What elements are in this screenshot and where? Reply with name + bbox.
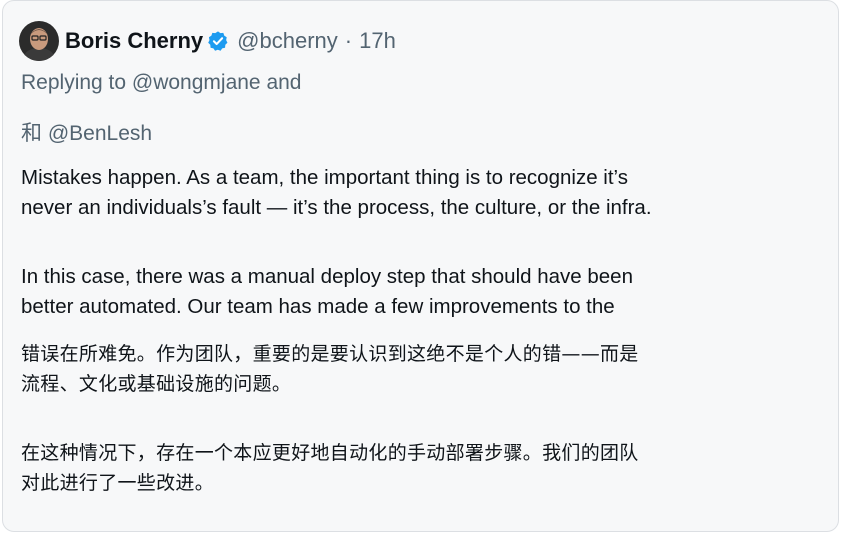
tweet-text-paragraph-1: Mistakes happen. As a team, the importan…	[21, 163, 821, 223]
text-line: 流程、文化或基础设施的问题。	[21, 373, 292, 395]
separator-dot: ·	[344, 28, 353, 53]
tweet-text-paragraph-2: In this case, there was a manual deploy …	[21, 262, 821, 322]
avatar[interactable]	[19, 21, 59, 61]
verified-badge-icon	[208, 31, 228, 51]
text-line: 在这种情况下，存在一个本应更好地自动化的手动部署步骤。我们的团队	[21, 442, 639, 464]
text-line: 对此进行了一些改进。	[21, 472, 215, 494]
replying-to-line[interactable]: Replying to @wongmjane and	[21, 71, 302, 95]
translation-paragraph-2: 在这种情况下，存在一个本应更好地自动化的手动部署步骤。我们的团队 对此进行了一些…	[21, 438, 821, 498]
text-line: In this case, there was a manual deploy …	[21, 265, 633, 288]
timestamp[interactable]: 17h	[359, 28, 396, 54]
text-line: better automated. Our team has made a fe…	[21, 295, 615, 318]
text-line: never an individuals’s fault — it’s the …	[21, 196, 652, 219]
text-line: Mistakes happen. As a team, the importan…	[21, 166, 628, 189]
replying-to-line-continued[interactable]: 和 @BenLesh	[21, 117, 152, 147]
translation-paragraph-1: 错误在所难免。作为团队，重要的是要认识到这绝不是个人的错——而是 流程、文化或基…	[21, 339, 821, 399]
author-handle[interactable]: @bcherny	[237, 28, 338, 54]
text-line: 错误在所难免。作为团队，重要的是要认识到这绝不是个人的错——而是	[21, 343, 639, 365]
author-name[interactable]: Boris Cherny	[65, 28, 203, 54]
tweet-header: Boris Cherny @bcherny · 17h	[19, 21, 396, 61]
tweet-card[interactable]: Boris Cherny @bcherny · 17h Replying to …	[2, 0, 839, 532]
